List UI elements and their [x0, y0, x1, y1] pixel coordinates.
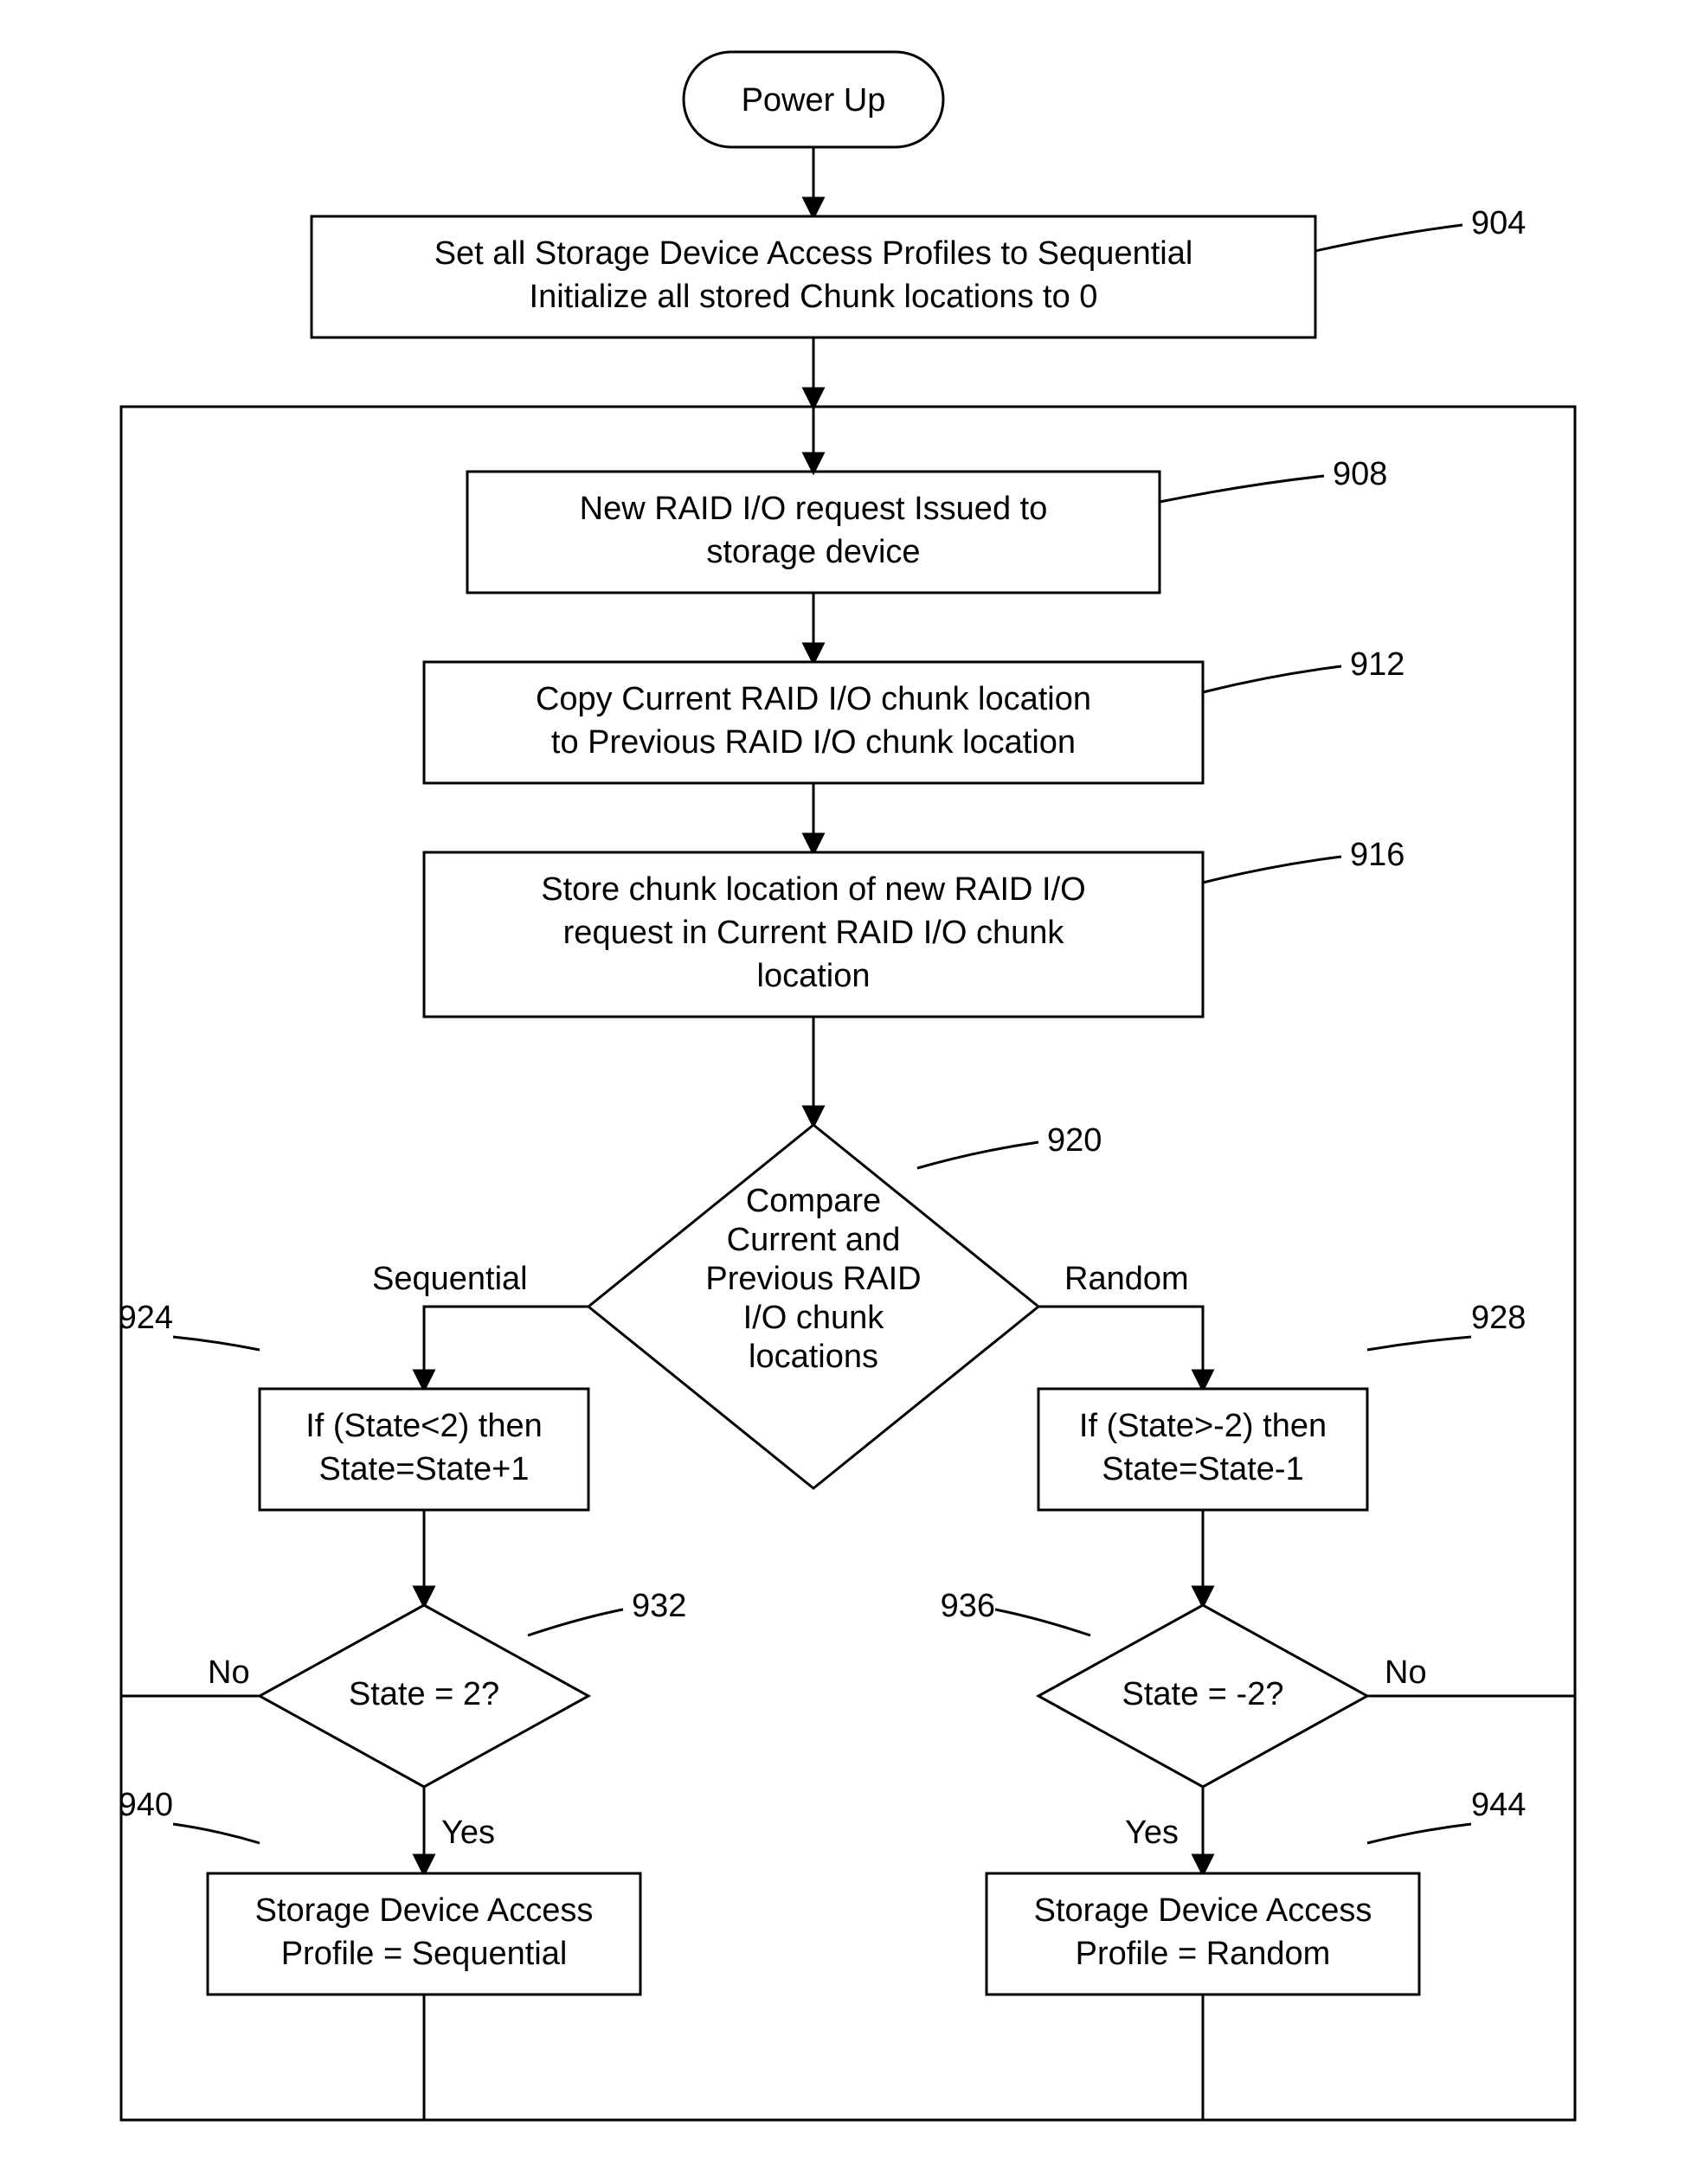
ref-916: 916	[1350, 837, 1404, 873]
n944-l1: Storage Device Access	[1034, 1892, 1372, 1929]
process-904	[312, 216, 1315, 337]
process-944	[987, 1873, 1419, 1995]
n916-l2: request in Current RAID I/O chunk	[563, 915, 1065, 951]
n920-l1: Compare	[746, 1183, 881, 1219]
n936-no: No	[1385, 1654, 1427, 1691]
n908-l2: storage device	[706, 534, 920, 570]
n940-l1: Storage Device Access	[255, 1892, 594, 1929]
start-label: Power Up	[742, 82, 886, 119]
n916-l1: Store chunk location of new RAID I/O	[541, 871, 1085, 908]
n904-l1: Set all Storage Device Access Profiles t…	[434, 235, 1193, 272]
n928-l1: If (State>-2) then	[1079, 1408, 1327, 1444]
ref-912: 912	[1350, 646, 1404, 683]
ref-940: 940	[119, 1787, 173, 1823]
n912-l1: Copy Current RAID I/O chunk location	[536, 681, 1091, 717]
n932-l1: State = 2?	[349, 1676, 499, 1712]
process-912	[424, 662, 1203, 783]
n916-l3: location	[757, 958, 871, 994]
ref-908: 908	[1333, 456, 1387, 492]
process-924	[260, 1389, 588, 1510]
n936-l1: State = -2?	[1122, 1676, 1284, 1712]
n940-l2: Profile = Sequential	[281, 1936, 568, 1972]
ref-944: 944	[1471, 1787, 1526, 1823]
n924-l2: State=State+1	[319, 1451, 530, 1487]
n920-l2: Current and	[727, 1222, 901, 1258]
ref-928: 928	[1471, 1300, 1526, 1336]
ref-936: 936	[941, 1588, 995, 1624]
n920-left: Sequential	[372, 1261, 528, 1297]
n912-l2: to Previous RAID I/O chunk location	[551, 724, 1076, 761]
n932-yes: Yes	[441, 1815, 495, 1851]
n944-l2: Profile = Random	[1076, 1936, 1331, 1972]
n904-l2: Initialize all stored Chunk locations to…	[530, 279, 1098, 315]
process-940	[208, 1873, 640, 1995]
ref-932: 932	[632, 1588, 686, 1624]
n928-l2: State=State-1	[1102, 1451, 1303, 1487]
process-908	[467, 472, 1160, 593]
process-928	[1038, 1389, 1367, 1510]
n920-l4: I/O chunk	[743, 1300, 885, 1336]
n920-right: Random	[1064, 1261, 1189, 1297]
n924-l1: If (State<2) then	[305, 1408, 543, 1444]
n920-l5: locations	[749, 1339, 878, 1375]
n936-yes: Yes	[1125, 1815, 1179, 1851]
ref-924: 924	[119, 1300, 173, 1336]
n932-no: No	[208, 1654, 250, 1691]
ref-920: 920	[1047, 1122, 1102, 1159]
ref-904: 904	[1471, 205, 1526, 241]
n908-l1: New RAID I/O request Issued to	[580, 491, 1048, 527]
n920-l3: Previous RAID	[705, 1261, 921, 1297]
